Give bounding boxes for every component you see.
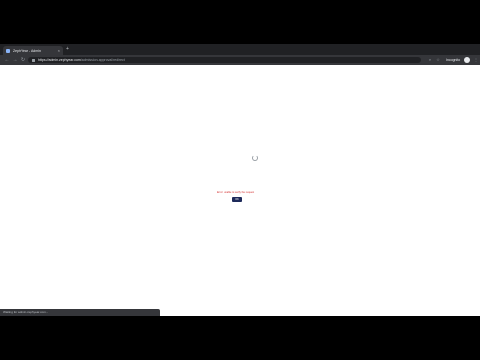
loading-spinner-icon: [252, 155, 258, 161]
url-path: /admission-approval/redirect: [80, 58, 125, 62]
browser-window: ZephYear - Admin × + ← → ↻ https://admin…: [0, 44, 480, 316]
ok-button[interactable]: OK: [232, 197, 242, 202]
zoom-icon[interactable]: ⌕: [428, 58, 432, 62]
new-tab-button[interactable]: +: [66, 47, 69, 52]
back-icon[interactable]: ←: [4, 57, 10, 63]
browser-toolbar: ← → ↻ https://admin.zephyear.com/admissi…: [0, 55, 480, 65]
menu-icon[interactable]: ⋮: [474, 57, 478, 63]
forward-icon[interactable]: →: [12, 57, 18, 63]
close-icon[interactable]: ×: [58, 48, 60, 53]
page-content: Error: unable to verify the request OK: [0, 65, 480, 316]
address-bar[interactable]: https://admin.zephyear.com/admission-app…: [28, 57, 421, 63]
tab-active[interactable]: ZephYear - Admin ×: [3, 46, 63, 55]
profile-label[interactable]: Incognito: [446, 57, 460, 63]
reload-icon[interactable]: ↻: [20, 57, 26, 63]
error-message: Error: unable to verify the request: [217, 191, 255, 194]
status-bar: Waiting for admin.zephyear.com...: [0, 309, 160, 316]
lock-icon: [32, 58, 35, 62]
url-host: https://admin.zephyear.com: [38, 58, 81, 62]
tab-title: ZephYear - Admin: [13, 48, 41, 53]
avatar[interactable]: [464, 57, 470, 63]
tab-strip: ZephYear - Admin × +: [0, 44, 480, 55]
star-icon[interactable]: ☆: [436, 58, 440, 62]
favicon-icon: [6, 48, 10, 53]
